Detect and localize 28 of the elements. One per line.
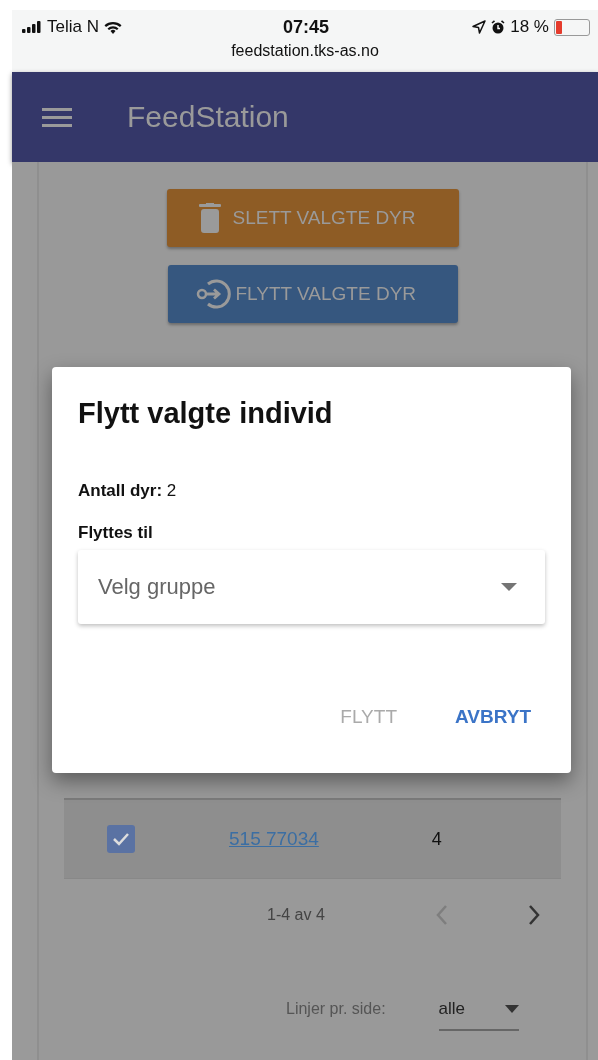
- dropdown-arrow-icon: [501, 583, 517, 591]
- battery-percent: 18 %: [510, 17, 549, 37]
- wifi-icon: [103, 20, 122, 34]
- checkbox[interactable]: [107, 825, 135, 853]
- page-range: 1-4 av 4: [267, 906, 325, 924]
- alarm-clock-icon: [491, 20, 506, 34]
- table-cell: 4: [431, 828, 442, 850]
- location-arrow-icon: [472, 20, 487, 34]
- rows-per-page-label: Linjer pr. side:: [286, 1000, 386, 1018]
- battery-icon: [554, 18, 590, 36]
- group-select[interactable]: Velg gruppe: [78, 550, 545, 624]
- signal-icon: [22, 21, 42, 33]
- delete-button[interactable]: SLETT VALGTE DYR: [166, 189, 459, 247]
- carrier-name: Telia N: [47, 17, 99, 37]
- trash-icon: [198, 203, 221, 233]
- next-page-icon[interactable]: [526, 904, 541, 926]
- field-label: Flyttes til: [78, 523, 154, 543]
- cancel-button[interactable]: AVBRYT: [455, 702, 531, 732]
- menu-icon: [42, 107, 72, 127]
- app-title: FeedStation: [127, 100, 289, 134]
- dialog-title: Flytt valgte individ: [78, 397, 334, 430]
- clock-time: 07:45: [282, 16, 329, 38]
- animal-id-link[interactable]: 515 77034: [229, 828, 319, 850]
- dropdown-arrow-icon: [504, 1005, 519, 1013]
- animal-count: Antall dyr: 2: [78, 481, 178, 501]
- rows-per-page-select[interactable]: alle: [438, 989, 519, 1031]
- url-text: feedstation.tks-as.no: [230, 42, 380, 60]
- move-button[interactable]: FLYTT VALGTE DYR: [167, 265, 458, 323]
